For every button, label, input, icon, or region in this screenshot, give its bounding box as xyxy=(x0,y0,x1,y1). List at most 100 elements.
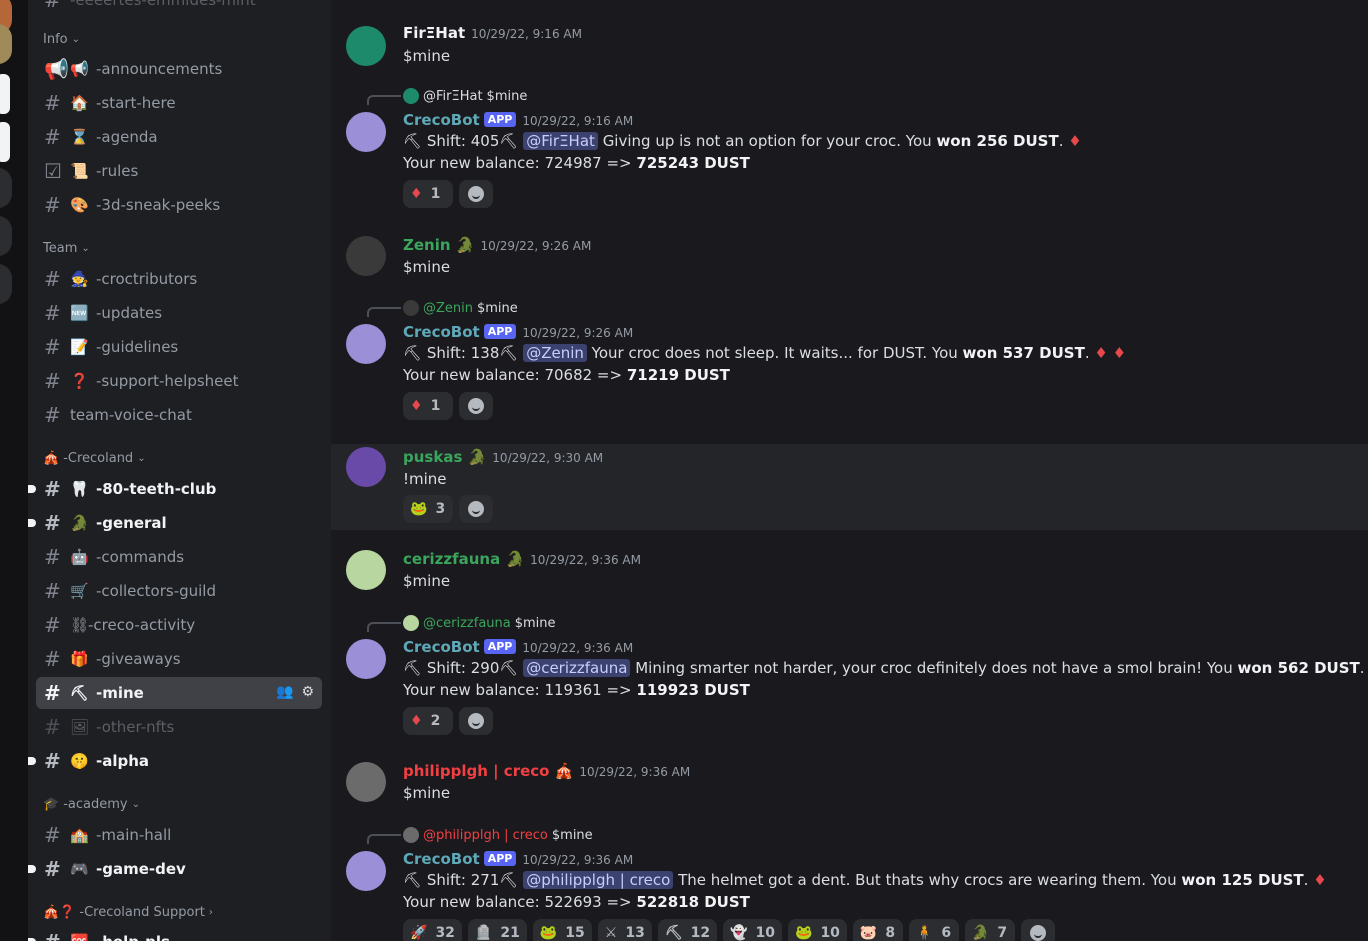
hash-icon: # xyxy=(44,613,61,637)
reaction[interactable]: 🧍 6 xyxy=(908,919,959,941)
reaction[interactable]: ⚔ 13 xyxy=(597,919,652,941)
channel-item[interactable]: # -eeeertes-emmides-mint xyxy=(36,0,322,16)
channel-agenda[interactable]: # ⌛ -agenda xyxy=(36,121,322,153)
add-reaction-button[interactable] xyxy=(459,495,493,523)
reaction[interactable]: 🚀 32 xyxy=(403,919,462,941)
gear-icon[interactable]: ⚙ xyxy=(301,684,314,700)
author-name[interactable]: puskas xyxy=(403,448,462,466)
pickaxe-icon: ⛏ xyxy=(403,871,423,889)
reaction[interactable]: 👻 10 xyxy=(723,919,782,941)
reaction[interactable]: ♦ 1 xyxy=(403,392,453,420)
author-name[interactable]: Zenin xyxy=(403,236,451,254)
timestamp: 10/29/22, 9:26 AM xyxy=(480,239,592,253)
channel-other-nfts[interactable]: # 🖼 -other-nfts xyxy=(36,711,322,743)
reply-preview[interactable]: @philipplgh | creco $mine xyxy=(403,827,593,843)
channel-giveaways[interactable]: # 🎁 -giveaways xyxy=(36,643,322,675)
channel-guidelines[interactable]: # 📝 -guidelines xyxy=(36,331,322,363)
add-reaction-button[interactable] xyxy=(459,707,493,735)
category-info[interactable]: Info ⌄ xyxy=(43,32,80,47)
user-mention[interactable]: @Zenin xyxy=(523,344,587,362)
reaction[interactable]: ♦ 1 xyxy=(403,180,453,208)
add-reaction-button[interactable] xyxy=(1020,919,1055,941)
author-name[interactable]: CrecoBot xyxy=(403,850,480,868)
avatar[interactable] xyxy=(346,26,386,66)
channel-team-voice-chat[interactable]: # team-voice-chat xyxy=(36,399,322,431)
avatar[interactable] xyxy=(346,762,386,802)
channel-general[interactable]: # 🐊 -general xyxy=(28,507,322,539)
message-text: $mine xyxy=(403,572,451,590)
avatar[interactable] xyxy=(346,639,386,679)
app-badge: APP xyxy=(483,639,517,654)
avatar[interactable] xyxy=(346,112,386,152)
author-name[interactable]: philipplgh | creco xyxy=(403,762,549,780)
croc-badge-icon: 🐊 xyxy=(455,236,475,254)
channel-commands[interactable]: # 🤖 -commands xyxy=(36,541,322,573)
bot-message: @FirΞHat $mine CrecoBot APP 10/29/22, 9:16 … xyxy=(331,86,1368,216)
reaction[interactable]: 🐸 15 xyxy=(532,919,592,941)
gem-icon: ♦ ♦ xyxy=(1094,344,1127,362)
create-invite-icon[interactable]: 👥 xyxy=(276,684,293,700)
author-name[interactable]: CrecoBot xyxy=(403,323,480,341)
channel-updates[interactable]: # 🆕 -updates xyxy=(36,297,322,329)
category-crecoland-support[interactable]: 🎪❓ -Crecoland Support › xyxy=(43,905,213,920)
reply-spine xyxy=(367,834,401,844)
server-icon[interactable] xyxy=(0,264,12,304)
reaction[interactable]: 🐸 3 xyxy=(403,495,453,523)
hash-icon: # xyxy=(44,0,61,12)
channel-80-teeth-club[interactable]: # 🦷 -80-teeth-club xyxy=(28,473,322,505)
server-rail xyxy=(0,0,28,941)
category-team[interactable]: Team ⌄ xyxy=(43,241,90,256)
reply-preview[interactable]: @Zenin $mine xyxy=(403,300,518,316)
user-mention[interactable]: @philipplgh | creco xyxy=(523,871,674,889)
channel-support-helpsheet[interactable]: # ❓ -support-helpsheet xyxy=(36,365,322,397)
add-reaction-button[interactable] xyxy=(459,392,493,420)
discord-window: # -eeeertes-emmides-mint Info ⌄ 📢 📢 -announc… xyxy=(0,0,1368,941)
channel-alpha[interactable]: # 🤫 -alpha xyxy=(28,745,322,777)
reaction[interactable]: 🐊 7 xyxy=(964,919,1015,941)
server-icon[interactable] xyxy=(0,216,12,256)
channel-announcements[interactable]: 📢 📢 -announcements xyxy=(36,53,322,85)
user-mention[interactable]: @FirΞHat xyxy=(523,132,598,150)
reaction[interactable]: 🐸 10 xyxy=(788,919,847,941)
hash-icon: # xyxy=(44,301,61,325)
category-crecoland[interactable]: 🎪 -Crecoland ⌄ xyxy=(43,451,146,466)
reaction[interactable]: 🐷 8 xyxy=(852,919,903,941)
timestamp: 10/29/22, 9:26 AM xyxy=(522,326,634,340)
author-name[interactable]: CrecoBot xyxy=(403,638,480,656)
avatar[interactable] xyxy=(346,236,386,276)
channel-rules[interactable]: ☑ 📜 -rules xyxy=(36,155,322,187)
server-icon[interactable] xyxy=(0,168,12,208)
avatar[interactable] xyxy=(346,324,386,364)
channel-sidebar: # -eeeertes-emmides-mint Info ⌄ 📢 📢 -announc… xyxy=(28,0,331,941)
author-name[interactable]: CrecoBot xyxy=(403,111,480,129)
hash-icon: # xyxy=(44,369,61,393)
add-reaction-button[interactable] xyxy=(459,180,493,208)
reply-preview[interactable]: @cerizzfauna $mine xyxy=(403,615,556,631)
avatar[interactable] xyxy=(346,447,386,487)
channel-creco-activity[interactable]: # ⛓ -creco-activity xyxy=(36,609,322,641)
reaction[interactable]: ♦ 2 xyxy=(403,707,453,735)
channel-3d-sneak-peeks[interactable]: # 🎨 -3d-sneak-peeks xyxy=(36,189,322,221)
avatar[interactable] xyxy=(346,550,386,590)
unread-indicator xyxy=(28,519,36,527)
channel-collectors-guild[interactable]: # 🛒 -collectors-guild xyxy=(36,575,322,607)
user-mention[interactable]: @cerizzfauna xyxy=(523,659,631,677)
reply-preview[interactable]: @FirΞHat $mine xyxy=(403,88,527,104)
channel-start-here[interactable]: # 🏠 -start-here xyxy=(36,87,322,119)
gem-icon: ♦ xyxy=(410,398,423,414)
gem-icon: ♦ xyxy=(410,713,423,729)
avatar[interactable] xyxy=(346,851,386,891)
channel-croctributors[interactable]: # 🧙 -croctributors xyxy=(36,263,322,295)
channel-help-pls[interactable]: #🆘-help-pls xyxy=(28,926,322,941)
channel-game-dev[interactable]: # 🎮 -game-dev xyxy=(28,853,322,885)
hash-icon: # xyxy=(44,125,61,149)
author-name[interactable]: FirΞHat xyxy=(403,24,465,42)
avatar xyxy=(403,300,419,316)
category-academy[interactable]: 🎓 -academy ⌄ xyxy=(43,797,140,812)
reaction[interactable]: 🪦 21 xyxy=(467,919,527,941)
reaction[interactable]: ⛏ 12 xyxy=(657,919,718,941)
server-icon[interactable] xyxy=(0,24,12,64)
channel-main-hall[interactable]: # 🏫 -main-hall xyxy=(36,819,322,851)
author-name[interactable]: cerizzfauna xyxy=(403,550,500,568)
channel-mine[interactable]: # ⛏ -mine 👥 ⚙ xyxy=(36,677,322,709)
